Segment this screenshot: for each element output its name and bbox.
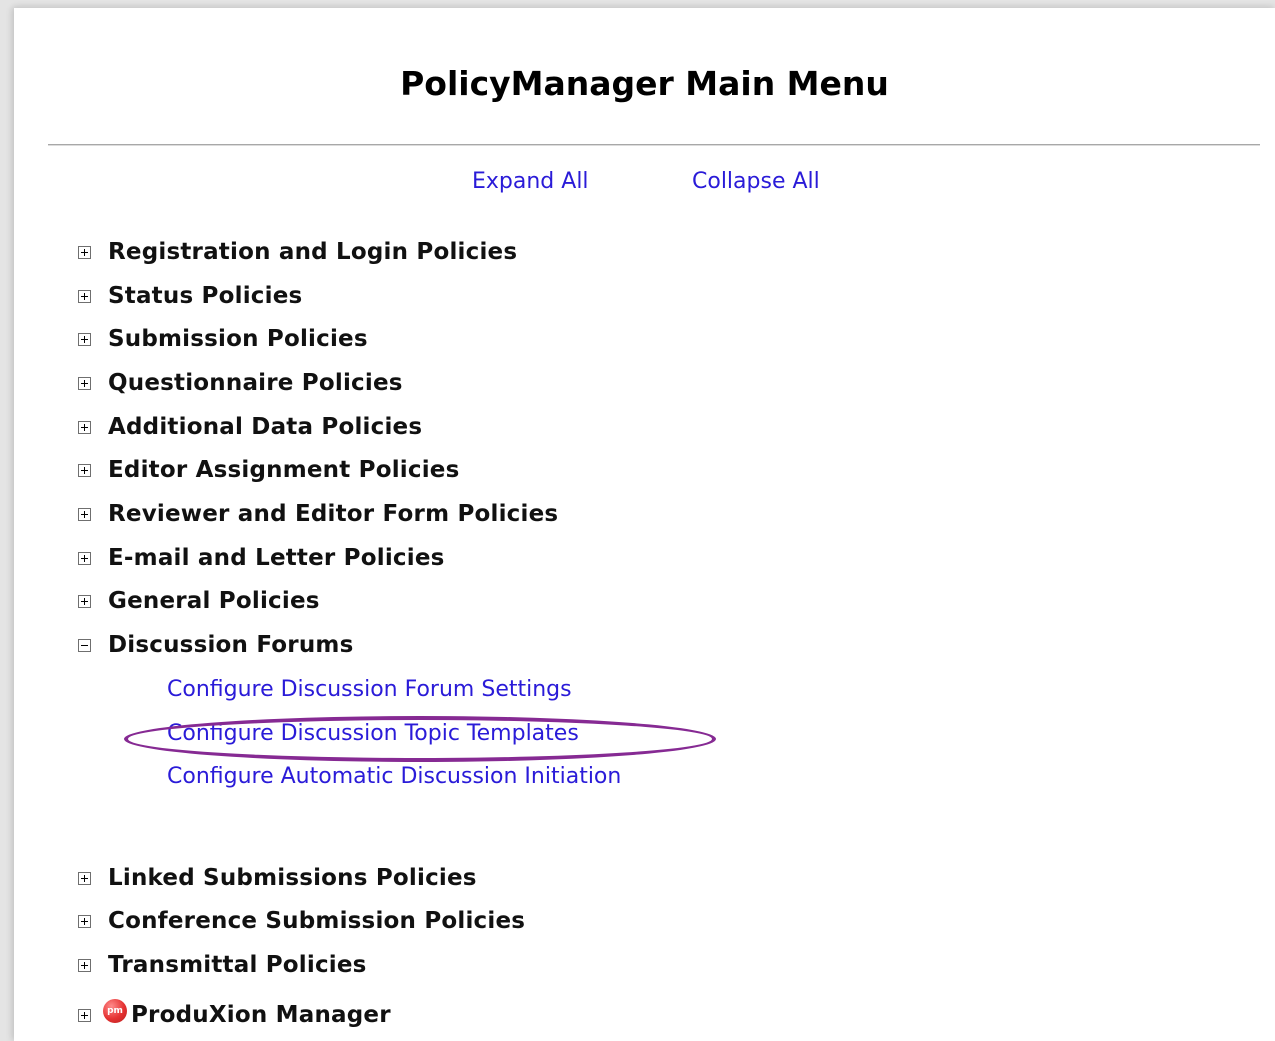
expand-plus-icon[interactable] [78,376,91,390]
section-status[interactable]: Status Policies [78,281,302,311]
expand-plus-icon[interactable] [78,463,91,477]
section-transmittal[interactable]: Transmittal Policies [78,950,367,980]
section-conference-submission[interactable]: Conference Submission Policies [78,906,525,936]
collapse-minus-icon[interactable] [78,638,91,652]
expand-plus-icon[interactable] [78,958,91,972]
title-divider [48,144,1260,146]
expand-all-link[interactable]: Expand All [472,168,589,196]
section-produxion-manager[interactable]: pm ProduXion Manager [78,999,391,1030]
configure-automatic-discussion-initiation-link[interactable]: Configure Automatic Discussion Initiatio… [167,763,621,791]
section-label: Transmittal Policies [108,952,367,978]
section-label: General Policies [108,588,320,614]
section-discussion-forums[interactable]: Discussion Forums [78,630,353,660]
section-label: Additional Data Policies [108,414,423,440]
expand-plus-icon[interactable] [78,245,91,259]
section-label: Editor Assignment Policies [108,457,460,483]
expand-plus-icon[interactable] [78,914,91,928]
section-label: Questionnaire Policies [108,370,403,396]
expand-plus-icon[interactable] [78,332,91,346]
expand-plus-icon[interactable] [78,420,91,434]
section-label: Reviewer and Editor Form Policies [108,501,559,527]
section-reviewer-editor-form[interactable]: Reviewer and Editor Form Policies [78,499,558,529]
section-label: Conference Submission Policies [108,908,526,934]
expand-plus-icon[interactable] [78,507,91,521]
section-additional-data[interactable]: Additional Data Policies [78,412,422,442]
expand-plus-icon[interactable] [78,551,91,565]
policy-manager-page: PolicyManager Main Menu Expand All Colla… [14,8,1275,1041]
section-email-letter[interactable]: E-mail and Letter Policies [78,543,445,573]
section-linked-submissions[interactable]: Linked Submissions Policies [78,863,477,893]
page-title: PolicyManager Main Menu [400,64,889,103]
section-general[interactable]: General Policies [78,586,320,616]
produxion-manager-logo-icon: pm [103,999,127,1023]
expand-plus-icon[interactable] [78,1008,91,1022]
section-label: Linked Submissions Policies [108,865,477,891]
expand-plus-icon[interactable] [78,594,91,608]
collapse-all-link[interactable]: Collapse All [692,168,820,196]
section-label: E-mail and Letter Policies [108,545,445,571]
section-questionnaire[interactable]: Questionnaire Policies [78,368,403,398]
configure-discussion-forum-settings-link[interactable]: Configure Discussion Forum Settings [167,676,572,704]
configure-discussion-topic-templates-link[interactable]: Configure Discussion Topic Templates [167,720,579,748]
section-label: Discussion Forums [108,632,354,658]
section-label: ProduXion Manager [131,1002,391,1028]
expand-plus-icon[interactable] [78,289,91,303]
section-editor-assignment[interactable]: Editor Assignment Policies [78,455,459,485]
section-label: Registration and Login Policies [108,239,518,265]
section-submission[interactable]: Submission Policies [78,324,368,354]
expand-plus-icon[interactable] [78,871,91,885]
section-label: Submission Policies [108,326,368,352]
section-registration-login[interactable]: Registration and Login Policies [78,237,517,267]
section-label: Status Policies [108,283,303,309]
